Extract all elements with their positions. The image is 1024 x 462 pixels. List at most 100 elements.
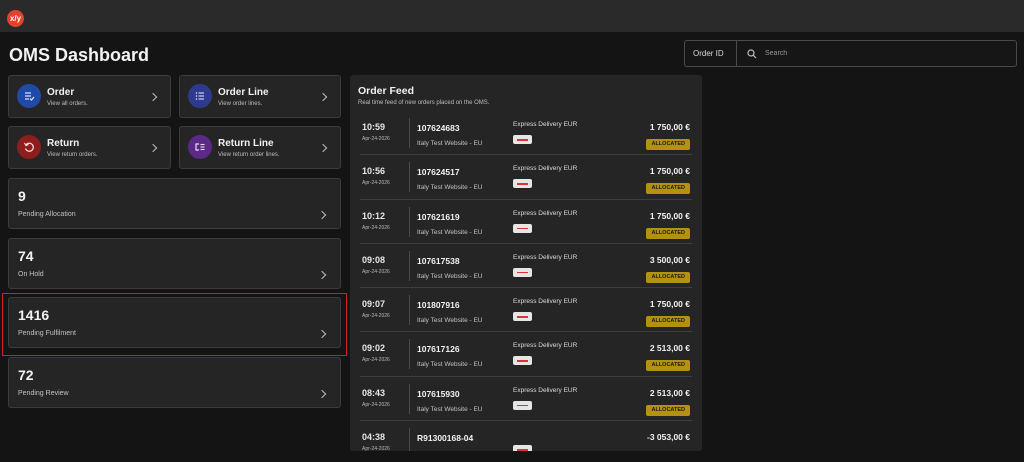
feed-row[interactable]: 10:12 Apr-24-2026 107621619 1 750,00 € Italy…	[360, 200, 692, 244]
order-amount: 3 500,00 €	[649, 254, 690, 265]
order-date: Apr-24-2026	[362, 136, 390, 142]
order-card[interactable]: Order View all orders.	[8, 75, 171, 118]
order-amount: -3 053,00 €	[646, 432, 690, 443]
feed-row[interactable]: 10:56 Apr-24-2026 107624517 1 750,00 € Italy…	[360, 155, 692, 200]
order-time: 09:07	[362, 299, 386, 310]
status-badge: ALLOCATED	[646, 404, 690, 416]
carrier-logo-icon	[513, 312, 532, 322]
app-logo[interactable]: x/y	[7, 10, 24, 27]
order-card-subtitle: View all orders.	[47, 101, 88, 107]
feed-row[interactable]: 10:59 Apr-24-2026 107624683 1 750,00 € Italy…	[360, 111, 692, 156]
order-number[interactable]: R91300168-04	[417, 433, 473, 443]
search-divider	[736, 41, 737, 66]
order-amount: 1 750,00 €	[649, 299, 690, 310]
status-badge: ALLOCATED	[646, 183, 690, 195]
chevron-right-icon	[317, 270, 327, 280]
return-card-title: Return	[47, 138, 80, 149]
order-time: 08:43	[362, 387, 386, 398]
order-date: Apr-24-2026	[362, 180, 390, 187]
shipping-method: Express Delivery EUR	[513, 386, 578, 394]
row-divider	[409, 250, 410, 281]
order-number[interactable]: 101807916	[417, 300, 460, 310]
order-line-card[interactable]: Order Line View order lines.	[179, 75, 341, 118]
order-date: Apr-24-2026	[362, 401, 390, 408]
order-date: Apr-24-2026	[362, 313, 390, 320]
order-card-title: Order	[47, 87, 75, 98]
pending-review-label: Pending Review	[18, 390, 69, 397]
feed-row[interactable]: 09:08 Apr-24-2026 107617538 3 500,00 € Italy…	[360, 244, 692, 289]
order-number[interactable]: 107615930	[417, 389, 460, 399]
order-search-bar: Order ID	[684, 40, 1017, 67]
chevron-right-icon	[318, 143, 328, 153]
order-site: Italy Test Website - EU	[417, 184, 483, 192]
carrier-logo-icon	[513, 267, 532, 277]
order-line-card-title: Order Line	[218, 87, 269, 98]
order-date: Apr-24-2026	[362, 268, 390, 275]
return-line-card-title: Return Line	[218, 138, 274, 149]
selection-highlight	[2, 293, 347, 356]
return-line-card[interactable]: Return Line View return order lines.	[179, 126, 341, 169]
return-card[interactable]: Return View return orders.	[8, 126, 171, 169]
order-site: Italy Test Website - EU	[417, 361, 483, 369]
status-badge: ALLOCATED	[646, 360, 690, 372]
order-number[interactable]: 107624683	[417, 123, 460, 133]
order-number[interactable]: 107624517	[417, 167, 460, 177]
row-divider	[409, 118, 410, 148]
order-amount: 2 513,00 €	[649, 343, 690, 354]
row-divider	[409, 339, 410, 370]
pending-review-card[interactable]: 72 Pending Review	[8, 357, 341, 408]
order-time: 10:59	[362, 122, 386, 132]
order-site: Italy Test Website - EU	[417, 405, 483, 413]
list-icon	[188, 84, 212, 108]
pending-review-count: 72	[18, 367, 34, 383]
order-number[interactable]: 107617538	[417, 256, 460, 266]
return-line-card-subtitle: View return order lines.	[218, 152, 280, 158]
search-field-selector[interactable]: Order ID	[693, 49, 724, 58]
shipping-method: Express Delivery EUR	[513, 298, 578, 306]
order-feed-title: Order Feed	[358, 85, 415, 97]
feed-row[interactable]: 04:38 Apr-24-2026 R91300168-04 -3 053,00 €	[360, 421, 692, 451]
shipping-method: Express Delivery EUR	[513, 165, 578, 173]
return-icon	[17, 135, 41, 159]
order-site: Italy Test Website - EU	[417, 228, 483, 236]
order-amount: 1 750,00 €	[649, 166, 690, 177]
return-card-subtitle: View return orders.	[47, 152, 98, 158]
order-time: 09:02	[362, 343, 386, 354]
feed-row[interactable]: 08:43 Apr-24-2026 107615930 2 513,00 € Italy…	[360, 377, 692, 422]
order-date: Apr-24-2026	[362, 224, 390, 231]
status-badge: ALLOCATED	[646, 316, 690, 328]
carrier-logo-icon	[513, 356, 532, 366]
order-list-icon	[17, 84, 41, 108]
feed-row[interactable]: 09:02 Apr-24-2026 107617126 2 513,00 € Italy…	[360, 332, 692, 377]
pending-allocation-card[interactable]: 9 Pending Allocation	[8, 178, 341, 229]
status-badge: ALLOCATED	[646, 271, 690, 283]
chevron-right-icon	[317, 210, 327, 220]
order-amount: 2 513,00 €	[649, 387, 690, 398]
on-hold-card[interactable]: 74 On Hold	[8, 238, 341, 289]
shipping-method: Express Delivery EUR	[513, 342, 578, 350]
order-site: Italy Test Website - EU	[417, 140, 483, 147]
order-number[interactable]: 107617126	[417, 344, 460, 354]
row-divider	[409, 162, 410, 193]
order-number[interactable]: 107621619	[417, 212, 460, 222]
carrier-logo-icon	[513, 445, 532, 451]
carrier-logo-icon	[513, 179, 532, 189]
order-date: Apr-24-2026	[362, 446, 390, 451]
order-site: Italy Test Website - EU	[417, 272, 483, 280]
status-badge: ALLOCATED	[646, 139, 690, 150]
order-time: 09:08	[362, 254, 386, 265]
carrier-logo-icon	[513, 400, 532, 410]
on-hold-count: 74	[18, 248, 34, 264]
search-icon	[747, 49, 757, 59]
feed-row[interactable]: 09:07 Apr-24-2026 101807916 1 750,00 € Italy…	[360, 288, 692, 333]
row-divider	[409, 295, 410, 326]
order-feed-subtitle: Real time feed of new orders placed on t…	[358, 100, 490, 106]
order-line-card-subtitle: View order lines.	[218, 101, 263, 107]
carrier-logo-icon	[513, 135, 532, 144]
search-input[interactable]	[765, 45, 1005, 62]
chevron-right-icon	[148, 92, 158, 102]
chevron-right-icon	[318, 92, 328, 102]
on-hold-label: On Hold	[18, 271, 44, 278]
shipping-method: Express Delivery EUR	[513, 253, 578, 261]
pending-allocation-label: Pending Allocation	[18, 211, 76, 218]
